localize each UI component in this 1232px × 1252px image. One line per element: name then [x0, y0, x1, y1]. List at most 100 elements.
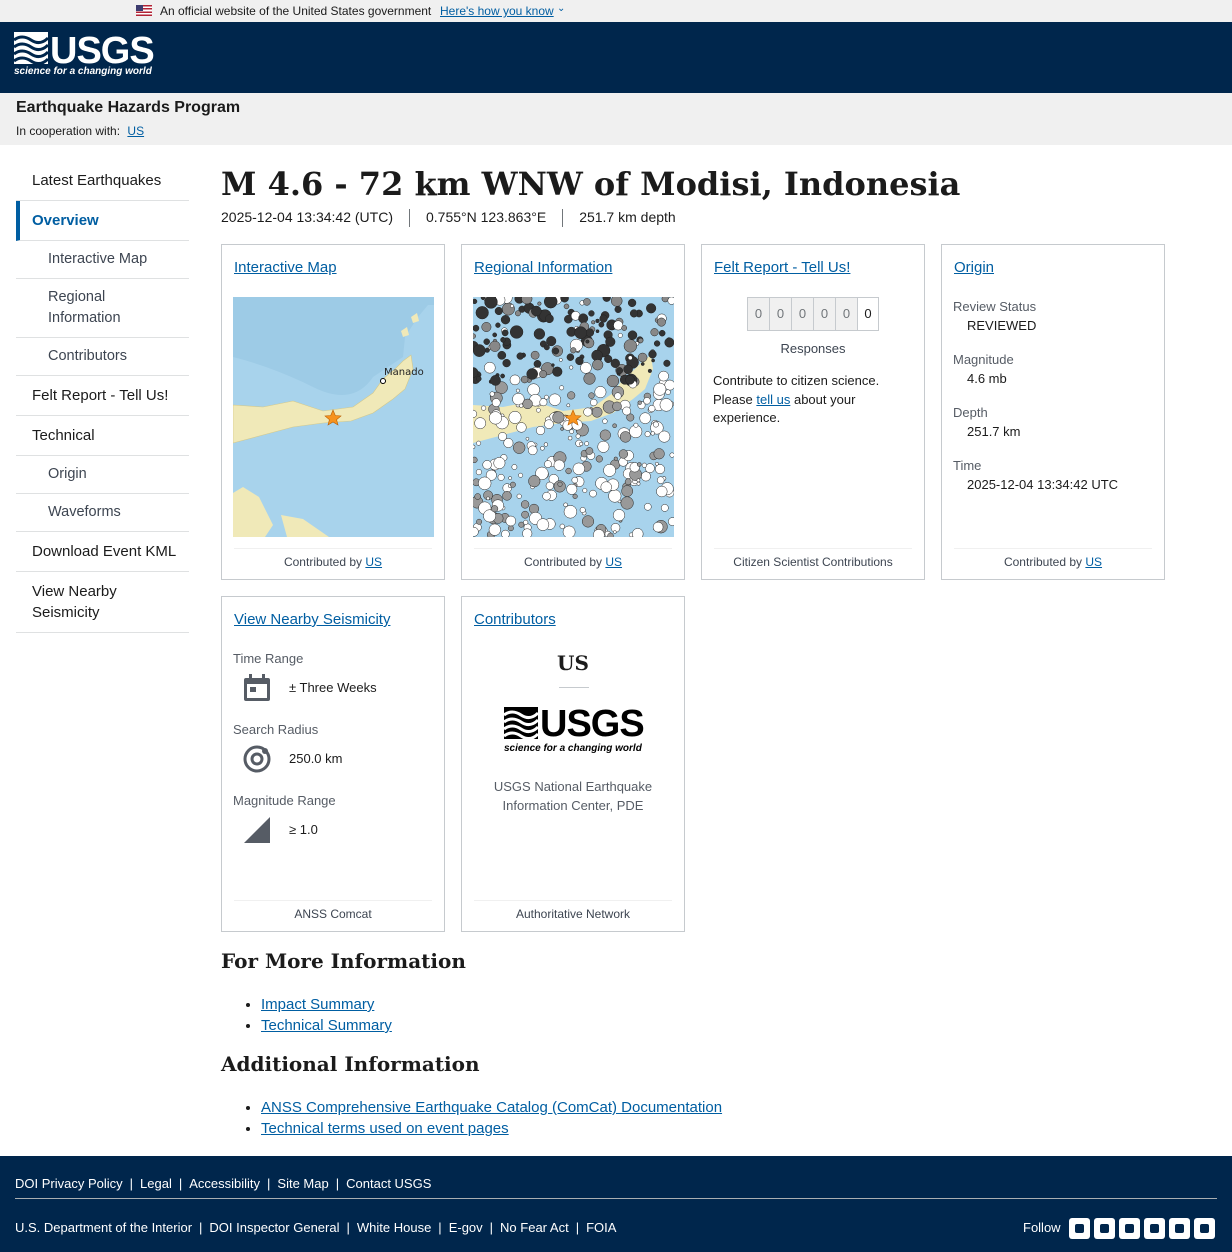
origin-link[interactable]: Origin: [954, 259, 994, 276]
earthquake-dot: [497, 350, 507, 360]
sidebar-item-felt-report[interactable]: Felt Report - Tell Us!: [16, 376, 189, 416]
earthquake-dot: [527, 445, 538, 456]
footer-link-egov[interactable]: E-gov: [449, 1220, 483, 1235]
earthquake-dot: [473, 298, 478, 305]
cooperation-us-link[interactable]: US: [127, 124, 144, 138]
event-meta: 2025-12-04 13:34:42 (UTC) 0.755°N 123.863…: [221, 209, 676, 228]
nearby-seismicity-link[interactable]: View Nearby Seismicity: [234, 611, 390, 628]
contributors-footer: Authoritative Network: [474, 900, 672, 921]
footer-link-privacy[interactable]: DOI Privacy Policy: [15, 1176, 123, 1191]
earthquake-dot: [509, 481, 516, 488]
earthquake-dot: [621, 325, 628, 331]
youtube-icon[interactable]: [1169, 1218, 1190, 1239]
time-range-block: Time Range ± Three Weeks: [233, 651, 433, 708]
footer-link-legal[interactable]: Legal: [140, 1176, 172, 1191]
felt-report-link[interactable]: Felt Report - Tell Us!: [714, 259, 850, 276]
footer-link-white-house[interactable]: White House: [357, 1220, 431, 1235]
earthquake-dot: [514, 310, 521, 317]
sidebar-item-interactive-map[interactable]: Interactive Map: [16, 241, 189, 279]
earthquake-dot: [638, 337, 644, 344]
footer-link-site-map[interactable]: Site Map: [277, 1176, 328, 1191]
earthquake-dot: [481, 322, 492, 332]
footer-link-no-fear-act[interactable]: No Fear Act: [500, 1220, 569, 1235]
chevron-down-icon[interactable]: ⌄: [557, 3, 565, 14]
sidebar-item-latest-earthquakes[interactable]: Latest Earthquakes: [16, 161, 189, 201]
contributor-us-link[interactable]: US: [1085, 555, 1102, 569]
comcat-documentation-link[interactable]: ANSS Comprehensive Earthquake Catalog (C…: [261, 1099, 722, 1116]
earthquake-dot: [625, 375, 635, 385]
calendar-icon: [244, 674, 270, 701]
footer-link-contact[interactable]: Contact USGS: [346, 1176, 431, 1191]
earthquake-dot: [637, 400, 642, 405]
us-flag-icon: [136, 5, 152, 16]
sidebar-item-download-kml[interactable]: Download Event KML: [16, 532, 189, 572]
interactive-map-link[interactable]: Interactive Map: [234, 259, 337, 276]
event-location: 0.755°N 123.863°E: [426, 209, 547, 225]
technical-summary-link[interactable]: Technical Summary: [261, 1017, 392, 1034]
earthquake-dot: [613, 530, 617, 534]
earthquake-dot: [481, 405, 487, 411]
flickr-icon[interactable]: [1144, 1218, 1165, 1239]
sidebar-item-contributors[interactable]: Contributors: [16, 338, 189, 376]
earthquake-dot: [588, 310, 595, 317]
sidebar-item-nearby-seismicity[interactable]: View Nearby Seismicity: [16, 572, 189, 633]
additional-info-heading: Additional Information: [221, 1052, 480, 1076]
earthquake-dot: [653, 340, 661, 347]
facebook-icon[interactable]: [1094, 1218, 1115, 1239]
list-item: Impact Summary: [261, 994, 392, 1015]
earthquake-dot: [475, 469, 482, 476]
time-label: Time: [953, 458, 982, 473]
sidebar-item-waveforms[interactable]: Waveforms: [16, 494, 189, 532]
earthquake-dot: [567, 435, 573, 441]
earthquake-dot: [539, 370, 548, 379]
earthquake-dot: [474, 493, 481, 500]
usgs-logo[interactable]: USGS science for a changing world: [14, 30, 155, 82]
footer-link-foia[interactable]: FOIA: [586, 1220, 616, 1235]
tell-us-link[interactable]: tell us: [756, 392, 790, 407]
sidebar-item-technical[interactable]: Technical: [16, 416, 189, 456]
earthquake-dot: [533, 360, 542, 368]
earthquake-dot: [639, 412, 651, 424]
counter-digit: 0: [835, 297, 857, 331]
event-depth: 251.7 km depth: [579, 209, 676, 225]
contributors-card: Contributors US USGS science for a chang…: [461, 596, 685, 932]
counter-digit: 0: [769, 297, 791, 331]
footer-link-doi[interactable]: U.S. Department of the Interior: [15, 1220, 192, 1235]
heres-how-you-know-link[interactable]: Here's how you know: [440, 4, 554, 18]
contributor-us-link[interactable]: US: [605, 555, 622, 569]
regional-map-thumbnail[interactable]: [473, 297, 674, 537]
instagram-icon[interactable]: [1194, 1218, 1215, 1239]
github-icon[interactable]: [1119, 1218, 1140, 1239]
list-item: ANSS Comprehensive Earthquake Catalog (C…: [261, 1097, 722, 1118]
twitter-icon[interactable]: [1069, 1218, 1090, 1239]
earthquake-dot: [525, 437, 530, 441]
sidebar-nav: Latest Earthquakes Overview Interactive …: [16, 161, 189, 633]
earthquake-dot: [614, 392, 622, 400]
earthquake-dot: [563, 303, 570, 310]
counter-digit: 0: [747, 297, 769, 331]
contributors-link[interactable]: Contributors: [474, 611, 556, 628]
footer-link-inspector-general[interactable]: DOI Inspector General: [209, 1220, 339, 1235]
radius-target-icon: [243, 745, 271, 773]
earthquake-dot: [599, 429, 611, 441]
earthquake-dot: [473, 444, 476, 449]
nearby-seismicity-footer: ANSS Comcat: [234, 900, 432, 921]
map-city-label-manado: Manado: [384, 367, 424, 378]
sidebar-item-overview[interactable]: Overview: [16, 201, 189, 241]
technical-terms-link[interactable]: Technical terms used on event pages: [261, 1120, 509, 1137]
earthquake-dot: [640, 471, 651, 482]
impact-summary-link[interactable]: Impact Summary: [261, 996, 374, 1013]
sidebar-item-origin[interactable]: Origin: [16, 456, 189, 494]
regional-information-link[interactable]: Regional Information: [474, 259, 612, 276]
sidebar-item-regional-information[interactable]: Regional Information: [16, 279, 189, 338]
earthquake-dot: [668, 517, 674, 526]
earthquake-dot: [664, 337, 674, 348]
contributor-us-link[interactable]: US: [365, 555, 382, 569]
interactive-map-thumbnail[interactable]: Manado: [233, 297, 434, 537]
earthquake-dot: [598, 321, 605, 328]
earthquake-dot: [480, 297, 486, 301]
earthquake-dot: [495, 322, 501, 328]
earthquake-dot: [643, 397, 651, 405]
footer-link-accessibility[interactable]: Accessibility: [189, 1176, 260, 1191]
earthquake-dot: [621, 485, 634, 497]
